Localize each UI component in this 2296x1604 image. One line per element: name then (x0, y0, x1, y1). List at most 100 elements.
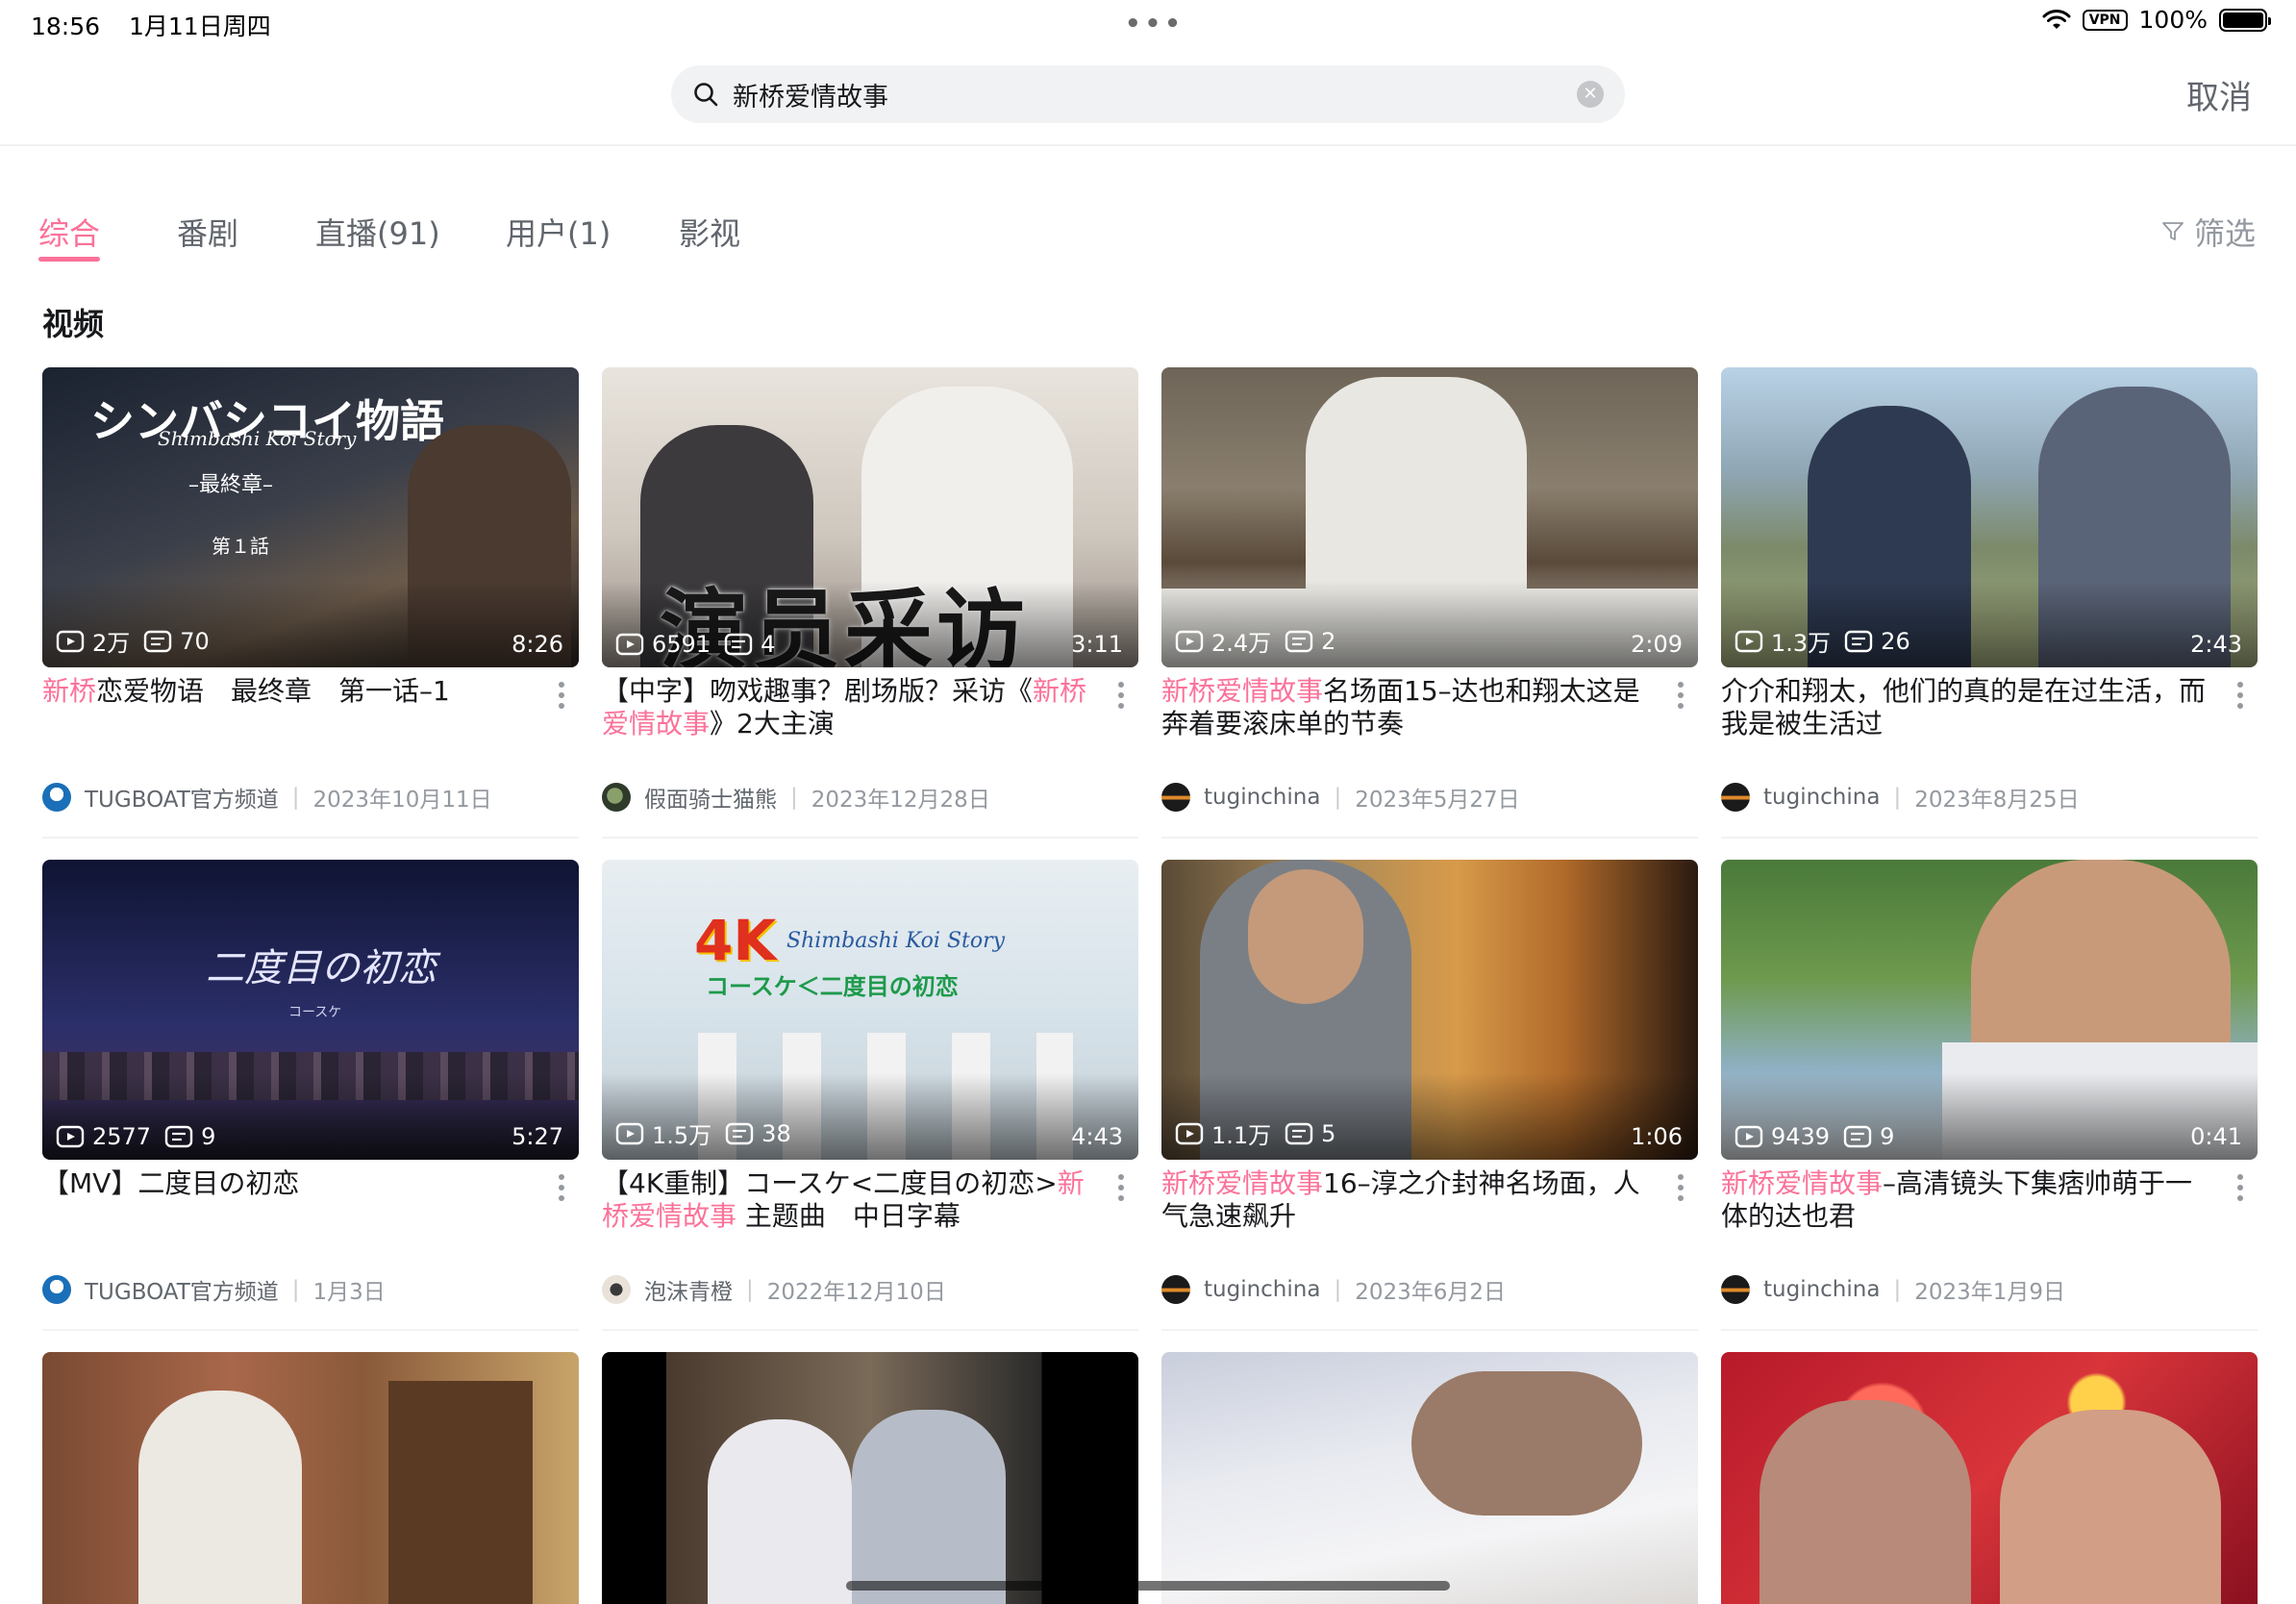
more-options-icon[interactable] (1117, 1173, 1125, 1202)
play-count-icon (1175, 1122, 1204, 1144)
search-query[interactable]: 新桥爱情故事 (733, 76, 1577, 113)
danmaku-count: 5 (1321, 1119, 1336, 1147)
uploader-name[interactable]: TUGBOAT官方频道 (85, 1273, 279, 1306)
video-title[interactable]: 介介和翔太，他们的真的是在过生活，而我是被生活过 (1721, 675, 2211, 740)
filter-button[interactable]: 筛选 (2161, 210, 2256, 254)
more-options-icon[interactable] (1117, 681, 1125, 710)
uploader-name[interactable]: TUGBOAT官方频道 (85, 781, 279, 814)
video-card[interactable]: 1.1万 5 1:06 新桥爱情故事16–淳之介封神名场面，人气急速飙升 tug… (1161, 860, 1698, 1331)
status-date: 1月11日周四 (129, 13, 271, 40)
more-options-icon[interactable] (558, 1173, 565, 1202)
clear-search-icon[interactable]: ✕ (1577, 81, 1604, 108)
video-meta: 泡沫青橙 | 2022年12月10日 (602, 1273, 946, 1306)
video-card[interactable] (42, 1352, 579, 1604)
video-thumbnail[interactable]: 9439 9 0:41 (1721, 860, 2258, 1160)
video-title[interactable]: 新桥爱情故事名场面15–达也和翔太这是奔着要滚床单的节奏 (1161, 675, 1652, 740)
video-thumbnail[interactable]: 4K Shimbashi Koi Story コースケ＜二度目の初恋 1.5万 … (602, 860, 1138, 1160)
video-card[interactable]: 演员采访 6591 4 3:11 【中字】吻戏趣事？剧场版？采访《新桥爱情故事》… (602, 367, 1138, 839)
avatar[interactable] (602, 783, 631, 812)
uploader-name[interactable]: 泡沫青橙 (644, 1273, 733, 1306)
video-card[interactable]: 2.4万 2 2:09 新桥爱情故事名场面15–达也和翔太这是奔着要滚床单的节奏… (1161, 367, 1698, 839)
video-meta: TUGBOAT官方频道 | 2023年10月11日 (42, 781, 492, 814)
cancel-button[interactable]: 取消 (2186, 71, 2252, 118)
tab-live[interactable]: 直播(91) (315, 210, 440, 254)
uploader-name[interactable]: tuginchina (1204, 785, 1320, 810)
avatar[interactable] (42, 1275, 71, 1304)
upload-date: 2023年10月11日 (312, 788, 492, 813)
header-divider (0, 144, 2296, 146)
video-title[interactable]: 【4K重制】コースケ<二度目の初恋>新桥爱情故事 主题曲 中日字幕 (602, 1167, 1092, 1233)
tab-bangumi[interactable]: 番剧 (177, 210, 238, 254)
thumbnail-stats: 2577 9 (56, 1123, 215, 1150)
status-indicators: VPN 100% (2042, 6, 2271, 34)
video-thumbnail[interactable] (602, 1352, 1138, 1604)
section-title: 视频 (42, 306, 105, 342)
video-thumbnail[interactable]: 2.4万 2 2:09 (1161, 367, 1698, 667)
video-title[interactable]: 【MV】二度目の初恋 (42, 1167, 533, 1200)
home-indicator[interactable] (846, 1581, 1450, 1591)
video-card[interactable]: 二度目の初恋 コースケ 2577 9 5:27 【MV】二度目の初恋 TUGBO… (42, 860, 579, 1331)
face-shape (1248, 869, 1363, 1004)
multitask-dots-icon[interactable]: ••• (1125, 10, 1185, 38)
video-card[interactable] (602, 1352, 1138, 1604)
play-count: 2万 (92, 630, 131, 657)
video-card[interactable] (1161, 1352, 1698, 1604)
tab-film[interactable]: 影视 (679, 210, 740, 254)
avatar[interactable] (1721, 1275, 1750, 1304)
video-title[interactable]: 新桥爱情故事16–淳之介封神名场面，人气急速飙升 (1161, 1167, 1652, 1233)
bookshelf-shape (388, 1381, 533, 1604)
play-count: 6591 (652, 631, 711, 658)
danmaku-count: 70 (180, 627, 210, 655)
video-card[interactable]: 9439 9 0:41 新桥爱情故事–高清镜头下集痞帅萌于一体的达也君 tugi… (1721, 860, 2258, 1331)
video-thumbnail[interactable]: シンバシコイ物語 Shimbashi Koi Story –最終章– 第１話 2… (42, 367, 579, 667)
video-thumbnail[interactable]: 二度目の初恋 コースケ 2577 9 5:27 (42, 860, 579, 1160)
video-thumbnail[interactable]: 1.3万 26 2:43 (1721, 367, 2258, 667)
avatar[interactable] (1721, 783, 1750, 812)
search-input[interactable]: 新桥爱情故事 ✕ (671, 65, 1625, 123)
uploader-name[interactable]: tuginchina (1204, 1277, 1320, 1302)
more-options-icon[interactable] (2236, 1173, 2244, 1202)
avatar[interactable] (42, 783, 71, 812)
thumbnail-subtitle-text: Shimbashi Koi Story (786, 929, 1006, 953)
more-options-icon[interactable] (2236, 681, 2244, 710)
video-thumbnail[interactable]: 1.1万 5 1:06 (1161, 860, 1698, 1160)
active-tab-indicator (38, 257, 100, 262)
avatar[interactable] (1161, 783, 1190, 812)
video-meta: tuginchina | 2023年5月27日 (1161, 781, 1520, 814)
video-thumbnail[interactable] (1161, 1352, 1698, 1604)
tab-all[interactable]: 综合 (38, 210, 100, 254)
avatar[interactable] (1161, 1275, 1190, 1304)
play-count: 1.1万 (1211, 1122, 1272, 1149)
video-card[interactable]: 1.3万 26 2:43 介介和翔太，他们的真的是在过生活，而我是被生活过 tu… (1721, 367, 2258, 839)
video-duration: 5:27 (512, 1123, 563, 1150)
thumbnail-episode-text: 第１話 (212, 535, 269, 558)
video-card[interactable] (1721, 1352, 2258, 1604)
video-title[interactable]: 新桥恋爱物语 最终章 第一话–1 (42, 675, 533, 708)
video-card[interactable]: 4K Shimbashi Koi Story コースケ＜二度目の初恋 1.5万 … (602, 860, 1138, 1331)
video-thumbnail[interactable] (1721, 1352, 2258, 1604)
video-duration: 8:26 (512, 631, 563, 658)
video-title[interactable]: 新桥爱情故事–高清镜头下集痞帅萌于一体的达也君 (1721, 1167, 2211, 1233)
thumbnail-subtitle-text: コースケ (288, 1005, 342, 1020)
video-thumbnail[interactable]: 演员采访 6591 4 3:11 (602, 367, 1138, 667)
battery-icon (2219, 8, 2271, 32)
tab-users[interactable]: 用户(1) (506, 210, 611, 254)
avatar[interactable] (602, 1275, 631, 1304)
danmaku-count: 26 (1881, 627, 1910, 655)
danmaku-count: 9 (201, 1123, 216, 1150)
video-title[interactable]: 【中字】吻戏趣事？剧场版？采访《新桥爱情故事》2大主演 (602, 675, 1092, 740)
video-thumbnail[interactable] (42, 1352, 579, 1604)
upload-date: 2023年5月27日 (1355, 788, 1520, 813)
thumbnail-stats: 2万 70 (56, 624, 210, 658)
danmaku-count: 38 (761, 1119, 791, 1147)
battery-percent: 100% (2138, 6, 2208, 34)
more-options-icon[interactable] (1677, 681, 1685, 710)
more-options-icon[interactable] (558, 681, 565, 710)
uploader-name[interactable]: tuginchina (1763, 785, 1880, 810)
video-card[interactable]: シンバシコイ物語 Shimbashi Koi Story –最終章– 第１話 2… (42, 367, 579, 839)
danmaku-count: 2 (1321, 627, 1336, 655)
uploader-name[interactable]: tuginchina (1763, 1277, 1880, 1302)
video-meta: 假面骑士猫熊 | 2023年12月28日 (602, 781, 990, 814)
more-options-icon[interactable] (1677, 1173, 1685, 1202)
uploader-name[interactable]: 假面骑士猫熊 (644, 781, 777, 814)
